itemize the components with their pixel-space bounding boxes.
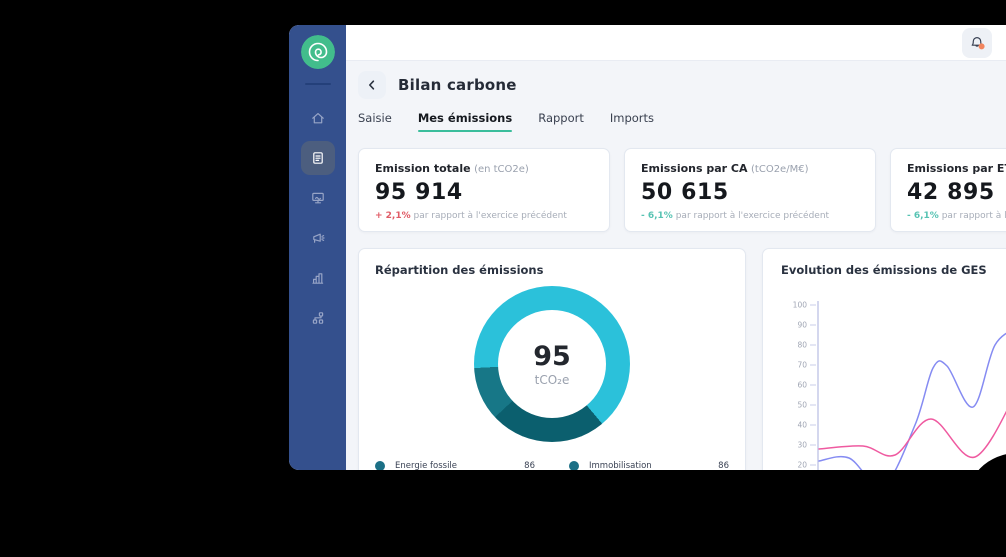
kpi-title: Emission totale xyxy=(375,162,471,175)
megaphone-icon xyxy=(310,230,326,246)
back-button[interactable] xyxy=(358,71,386,99)
kpi-value: 42 895 xyxy=(907,180,1006,205)
kpi-title: Emissions par CA xyxy=(641,162,748,175)
kpi-unit: (en tCO2e) xyxy=(474,164,529,175)
kpi-delta: + 2,1% par rapport à l'exercice précéden… xyxy=(375,211,593,221)
sidebar-item-organization[interactable] xyxy=(301,301,335,335)
kpi-row: Emission totale (en tCO2e) 95 914 + 2,1%… xyxy=(358,148,996,232)
svg-text:50: 50 xyxy=(797,401,807,410)
kpi-value: 50 615 xyxy=(641,180,859,205)
tab-imports[interactable]: Imports xyxy=(610,111,654,130)
monitor-icon xyxy=(310,190,326,206)
bar-chart-icon xyxy=(310,270,326,286)
sidebar xyxy=(289,25,346,470)
kpi-card-emission-totale: Emission totale (en tCO2e) 95 914 + 2,1%… xyxy=(358,148,610,232)
kpi-delta: - 6,1% par rapport à l'exercice précéden… xyxy=(907,211,1006,221)
legend-item-immobilisation: Immobilisation 86 xyxy=(569,455,729,470)
legend-dot-icon xyxy=(375,461,385,470)
kpi-delta-pct: - 6,1% xyxy=(907,211,939,221)
svg-text:20: 20 xyxy=(797,461,807,470)
page-title: Bilan carbone xyxy=(398,76,517,94)
svg-text:30: 30 xyxy=(797,441,807,450)
notifications-button[interactable] xyxy=(962,28,992,58)
tab-mes-emissions[interactable]: Mes émissions xyxy=(418,111,512,130)
topbar xyxy=(346,25,1006,61)
donut-chart-title: Répartition des émissions xyxy=(375,263,729,277)
home-icon xyxy=(310,110,326,126)
app-window: Bilan carbone Saisie Mes émissions Rappo… xyxy=(289,25,1006,470)
donut-chart-card: Répartition des émissions 95 tCO₂e En xyxy=(358,248,746,470)
donut-chart: 95 tCO₂e xyxy=(474,286,630,442)
kpi-unit: (tCO2e/M€) xyxy=(751,164,808,175)
sidebar-item-analytics[interactable] xyxy=(301,261,335,295)
legend-item-energie-fossile: Energie fossile 86 xyxy=(375,455,535,470)
app-logo[interactable] xyxy=(301,35,335,69)
page-header: Bilan carbone xyxy=(358,71,996,99)
donut-center-value: 95 xyxy=(533,341,571,372)
tab-rapport[interactable]: Rapport xyxy=(538,111,584,130)
kpi-delta-text: par rapport à l'exercice précédent xyxy=(414,211,567,221)
kpi-delta-text: par rapport à l'exercice précédent xyxy=(942,211,1006,221)
hierarchy-icon xyxy=(310,310,326,326)
sidebar-item-devices[interactable] xyxy=(301,181,335,215)
svg-text:40: 40 xyxy=(797,421,807,430)
legend-dot-icon xyxy=(569,461,579,470)
donut-center: 95 tCO₂e xyxy=(498,310,606,418)
sidebar-divider xyxy=(305,83,331,85)
kpi-delta-text: par rapport à l'exercice précédent xyxy=(676,211,829,221)
svg-text:70: 70 xyxy=(797,361,807,370)
kpi-card-emissions-par-ca: Emissions par CA (tCO2e/M€) 50 615 - 6,1… xyxy=(624,148,876,232)
kpi-delta-pct: + 2,1% xyxy=(375,211,411,221)
kpi-value: 95 914 xyxy=(375,180,593,205)
document-icon xyxy=(310,150,326,166)
notification-dot xyxy=(979,43,985,49)
chevron-left-icon xyxy=(365,78,379,92)
line-chart: 100908070605040302010 xyxy=(781,299,1006,470)
svg-text:60: 60 xyxy=(797,381,807,390)
line-chart-card: Evolution des émissions de GES 100 90 80 70… xyxy=(762,248,1006,470)
line-chart-title: Evolution des émissions de GES xyxy=(781,263,1006,277)
charts-row: Répartition des émissions 95 tCO₂e En xyxy=(358,248,996,470)
kpi-title: Emissions par ETP xyxy=(907,162,1006,175)
svg-text:80: 80 xyxy=(797,341,807,350)
main-area: Bilan carbone Saisie Mes émissions Rappo… xyxy=(346,25,1006,470)
tab-bar: Saisie Mes émissions Rapport Imports xyxy=(358,111,996,139)
kpi-delta: - 6,1% par rapport à l'exercice précéden… xyxy=(641,211,859,221)
page-content: Bilan carbone Saisie Mes émissions Rappo… xyxy=(346,61,1006,470)
tab-saisie[interactable]: Saisie xyxy=(358,111,392,130)
svg-text:90: 90 xyxy=(797,321,807,330)
kpi-card-emissions-par-etp: Emissions par ETP (tCO2e/ETP) 42 895 - 6… xyxy=(890,148,1006,232)
kpi-delta-pct: - 6,1% xyxy=(641,211,673,221)
svg-text:100: 100 xyxy=(793,301,808,310)
donut-center-unit: tCO₂e xyxy=(535,373,570,387)
sidebar-item-announcements[interactable] xyxy=(301,221,335,255)
donut-legend: Energie fossile 86 Immobilisation 86 Éle… xyxy=(375,455,729,470)
series-blue xyxy=(819,327,1006,470)
bell-icon xyxy=(969,35,985,51)
sidebar-item-documents[interactable] xyxy=(301,141,335,175)
sidebar-item-home[interactable] xyxy=(301,101,335,135)
